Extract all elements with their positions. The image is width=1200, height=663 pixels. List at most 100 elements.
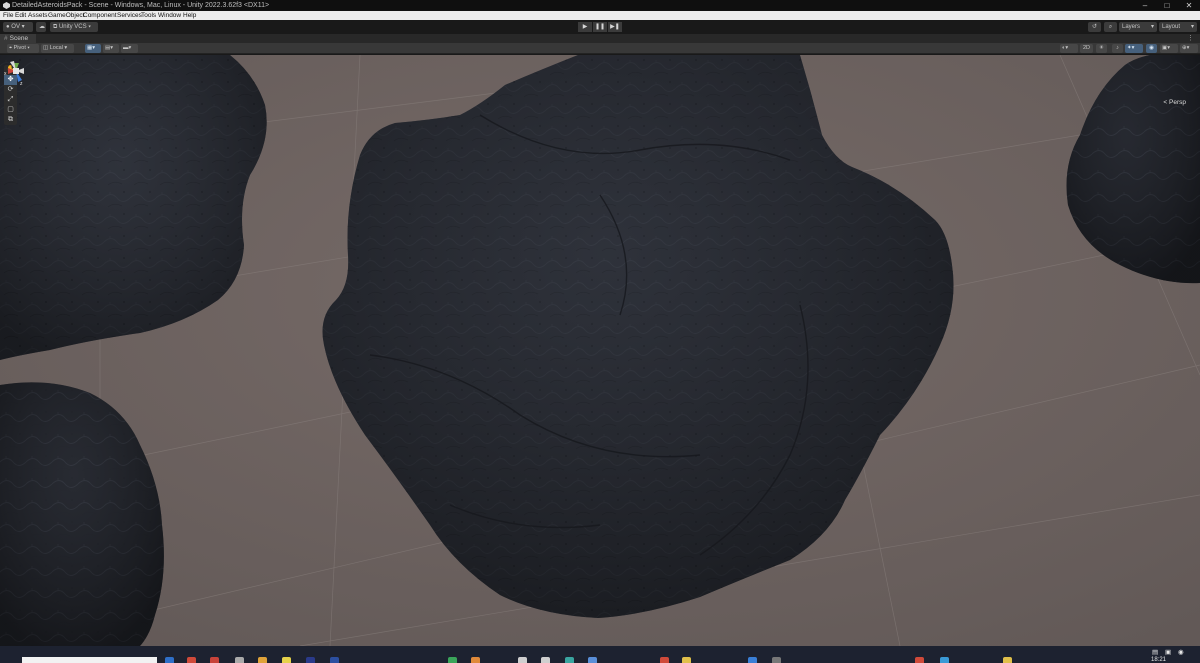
menu-window[interactable]: Window [158,11,181,20]
account-button[interactable]: ● OV ▾ [3,22,33,32]
taskbar-app-icon[interactable] [471,657,480,663]
lighting-toggle[interactable]: ☀ [1096,44,1107,53]
taskbar-active-app-icon[interactable] [748,657,757,663]
search-button[interactable]: ⌕ [1104,22,1117,32]
taskbar-clock[interactable]: 18:21 [1151,657,1166,663]
network-icon[interactable]: ▤ [1152,648,1158,656]
notification-icon[interactable]: ◉ [1178,648,1184,656]
layout-label: Layout [1162,24,1181,30]
audio-toggle[interactable]: ♪ [1112,44,1123,53]
layers-dropdown[interactable]: Layers ▾ [1119,22,1157,32]
taskbar-app-icon[interactable] [541,657,550,663]
taskbar-app-icon[interactable] [306,657,315,663]
local-dropdown[interactable]: ◫ Local ▾ [41,44,74,53]
layout-dropdown[interactable]: Layout ▾ [1159,22,1197,32]
cloud-icon: ☁ [39,24,45,30]
hidden-objects-toggle[interactable]: ◉ [1146,44,1157,53]
taskbar-app-icon[interactable] [165,657,174,663]
volume-icon[interactable]: ▣ [1165,648,1171,656]
effects-icon: ✦ [1127,45,1132,51]
account-label: OV [11,24,20,30]
draw-mode-dropdown[interactable]: ◐▾ [1060,44,1078,53]
svg-text:z: z [20,81,23,87]
menu-assets[interactable]: Assets [28,11,48,20]
grid-icon: ▦ [87,45,93,51]
eye-icon: ◉ [1149,45,1154,51]
chevron-down-icon: ▾ [1190,24,1194,30]
ruler-icon: ▬ [123,45,129,51]
taskbar-app-icon[interactable] [588,657,597,663]
scale-tool-icon[interactable]: ⤢ [4,95,17,105]
taskbar-app-icon[interactable] [187,657,196,663]
branch-icon: ⧉ [53,24,58,30]
camera-settings-dropdown[interactable]: ▣▾ [1160,44,1178,53]
scene-icon: # [4,35,8,42]
pivot-dropdown[interactable]: ⌖ Pivot ▾ [7,44,39,53]
local-icon: ◫ [43,45,49,51]
main-toolbar: ● OV ▾ ☁ ⧉ Unity VCS ▾ ▶ ❚❚ ▶❚ ↺ ⌕ Layer… [0,20,1200,34]
menu-component[interactable]: Component [83,11,117,20]
cloud-button[interactable]: ☁ [36,22,46,32]
account-icon: ● [6,24,10,30]
maximize-button[interactable]: □ [1156,0,1178,11]
local-label: Local [49,45,63,51]
taskbar-app-icon[interactable] [448,657,457,663]
menu-services[interactable]: Services [117,11,142,20]
pivot-label: Pivot [13,45,26,51]
gizmos-dropdown[interactable]: ⊕▾ [1180,44,1198,53]
pivot-icon: ⌖ [9,45,13,51]
transform-tool-icon[interactable]: ⧉ [4,115,17,125]
taskbar-app-icon[interactable] [772,657,781,663]
orientation-gizmo-icon[interactable]: x z [0,55,32,87]
taskbar-app-icon[interactable] [235,657,244,663]
undo-history-button[interactable]: ↺ [1088,22,1101,32]
effects-dropdown[interactable]: ✦▾ [1125,44,1143,53]
scene-canvas[interactable] [0,55,1200,646]
tab-scene[interactable]: # Scene [0,34,36,43]
vcs-button[interactable]: ⧉ Unity VCS ▾ [50,22,98,32]
taskbar-app-icon[interactable] [940,657,949,663]
menu-help[interactable]: Help [183,11,196,20]
increment-snap-button[interactable]: ▬▾ [121,44,138,53]
step-button[interactable]: ▶❚ [608,22,622,32]
taskbar-app-icon[interactable] [330,657,339,663]
menu-edit[interactable]: Edit [15,11,26,20]
taskbar-app-icon[interactable] [682,657,691,663]
taskbar-app-icon[interactable] [660,657,669,663]
taskbar-app-icon[interactable] [565,657,574,663]
taskbar-app-icon[interactable] [1003,657,1012,663]
unity-logo-icon [3,2,10,9]
globe-icon: ⊕ [1182,45,1187,51]
vcs-label: Unity VCS [58,24,87,30]
menu-file[interactable]: File [3,11,13,20]
taskbar-app-icon[interactable] [518,657,527,663]
layers-label: Layers [1122,24,1141,30]
menu-tools[interactable]: Tools [141,11,156,20]
toggle-2d-button[interactable]: 2D [1080,44,1093,53]
tab-bar: # Scene ⋮ [0,34,1200,43]
snap-increment-button[interactable]: ▤▾ [103,44,119,53]
persp-label[interactable]: < Persp [1163,99,1186,106]
tab-scene-label: Scene [9,35,29,42]
minimize-button[interactable]: – [1134,0,1156,11]
title-bar: DetailedAsteroidsPack - Scene - Windows,… [0,0,1200,11]
taskbar-search[interactable] [22,657,157,663]
grid-snap-toggle[interactable]: ▦▾ [85,44,101,53]
svg-text:x: x [4,71,7,77]
tab-menu-icon[interactable]: ⋮ [1187,34,1194,43]
taskbar-app-icon[interactable] [210,657,219,663]
taskbar-app-icon[interactable] [258,657,267,663]
close-button[interactable]: ✕ [1178,0,1200,11]
taskbar-app-icon[interactable] [282,657,291,663]
scene-toolbar: ⌖ Pivot ▾ ◫ Local ▾ ▦▾ ▤▾ ▬▾ ◐▾ 2D ☀ ♪ ✦… [0,43,1200,54]
speaker-icon: ♪ [1116,45,1119,51]
play-button[interactable]: ▶ [578,22,592,32]
history-icon: ↺ [1091,24,1098,30]
taskbar-app-icon[interactable] [915,657,924,663]
scene-viewport[interactable]: ✋ ✥ ⟳ ⤢ ▢ ⧉ x z < Persp [0,55,1200,646]
menu-bar: File Edit Assets GameObject Component Se… [0,11,1200,20]
menu-gameobject[interactable]: GameObject [48,11,85,20]
search-icon: ⌕ [1108,24,1113,30]
rect-tool-icon[interactable]: ▢ [4,105,17,115]
pause-button[interactable]: ❚❚ [593,22,607,32]
